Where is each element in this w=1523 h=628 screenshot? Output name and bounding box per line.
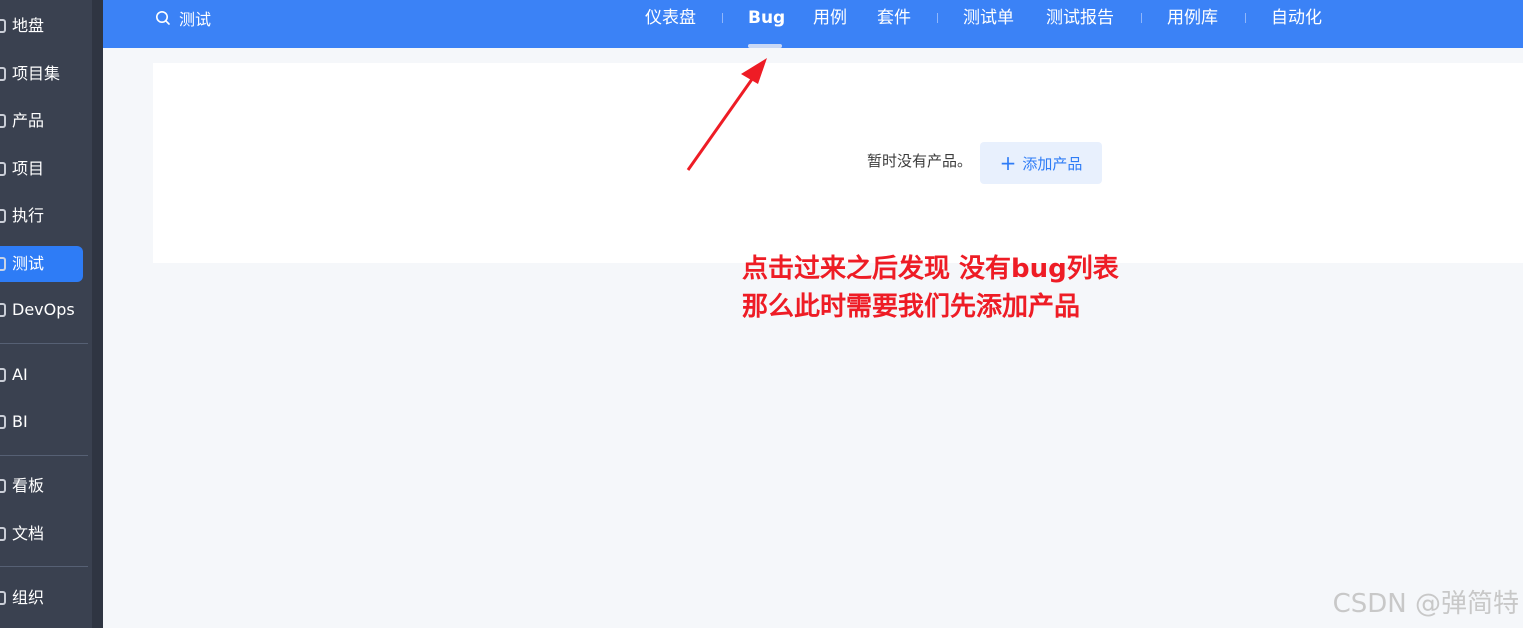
bi-icon [0, 415, 6, 429]
top-nav-bar: 测试 仪表盘 Bug 用例 套件 测试单 测试报告 用例库 自动化 [103, 0, 1523, 48]
kanban-icon [0, 479, 6, 493]
add-product-button[interactable]: + 添加产品 [980, 142, 1102, 184]
tab-suite[interactable]: 套件 [877, 0, 911, 36]
sidebar-item-product[interactable]: 产品 [0, 103, 83, 139]
watermark: CSDN @弹简特 [1332, 589, 1519, 619]
tab-testreport[interactable]: 测试报告 [1046, 0, 1114, 36]
sidebar-item-label: 地盘 [12, 16, 45, 35]
sidebar-item-label: 文档 [12, 524, 45, 543]
empty-state-text: 暂时没有产品。 [867, 152, 973, 170]
sidebar-item-label: 测试 [12, 254, 45, 273]
sidebar-item-label: AI [12, 365, 28, 384]
sidebar-item-label: BI [12, 412, 28, 431]
sidebar: 地盘 项目集 产品 项目 执行 测试 DevOps AI BI 看板 文档 组织 [0, 0, 103, 628]
nav-separator [937, 13, 938, 23]
tab-automation[interactable]: 自动化 [1271, 0, 1322, 36]
active-tab-indicator [748, 44, 782, 48]
sidebar-item-label: 产品 [12, 111, 45, 130]
sidebar-item-ai[interactable]: AI [0, 357, 83, 393]
sidebar-item-label: 看板 [12, 476, 45, 495]
search-label: 测试 [179, 10, 212, 29]
sidebar-item-test[interactable]: 测试 [0, 246, 83, 282]
execution-icon [0, 209, 6, 223]
sidebar-divider [0, 566, 88, 567]
sidebar-item-label: 项目 [12, 159, 45, 178]
annotation-note: 点击过来之后发现 没有bug列表 那么此时需要我们先添加产品 [742, 250, 1119, 326]
nav-separator [1141, 13, 1142, 23]
home-icon [0, 19, 6, 33]
sidebar-item-doc[interactable]: 文档 [0, 516, 83, 552]
sidebar-item-bi[interactable]: BI [0, 404, 83, 440]
annotation-line-2: 那么此时需要我们先添加产品 [742, 292, 1081, 322]
ai-icon [0, 368, 6, 382]
tab-testtask[interactable]: 测试单 [963, 0, 1014, 36]
tab-bug[interactable]: Bug [748, 0, 785, 36]
program-icon [0, 67, 6, 81]
sidebar-item-program[interactable]: 项目集 [0, 56, 83, 92]
sidebar-item-devops[interactable]: DevOps [0, 292, 83, 328]
add-product-label: 添加产品 [1022, 154, 1083, 173]
nav-separator [1245, 13, 1246, 23]
sidebar-item-project[interactable]: 项目 [0, 151, 83, 187]
nav-separator [722, 13, 723, 23]
sidebar-item-execution[interactable]: 执行 [0, 198, 83, 234]
tab-dashboard[interactable]: 仪表盘 [645, 0, 696, 36]
product-icon [0, 114, 6, 128]
project-icon [0, 162, 6, 176]
sidebar-scroll-strip [92, 0, 103, 628]
doc-icon [0, 527, 6, 541]
sidebar-item-label: 组织 [12, 588, 45, 607]
sidebar-item-org[interactable]: 组织 [0, 580, 83, 616]
sidebar-item-kanban[interactable]: 看板 [0, 468, 83, 504]
search-icon [156, 11, 170, 25]
sidebar-divider [0, 455, 88, 456]
org-icon [0, 591, 6, 605]
devops-icon [0, 303, 6, 317]
module-search[interactable]: 测试 [155, 0, 211, 36]
test-icon [0, 257, 6, 271]
sidebar-item-label: 执行 [12, 206, 45, 225]
sidebar-item-home[interactable]: 地盘 [0, 8, 83, 44]
sidebar-divider [0, 343, 88, 344]
sidebar-item-label: 项目集 [12, 64, 61, 83]
sidebar-item-label: DevOps [12, 300, 75, 319]
plus-icon: + [999, 151, 1017, 175]
annotation-line-1: 点击过来之后发现 没有bug列表 [742, 254, 1119, 284]
tab-testcase[interactable]: 用例 [813, 0, 847, 36]
tab-caselib[interactable]: 用例库 [1167, 0, 1218, 36]
empty-content-panel [153, 63, 1523, 263]
